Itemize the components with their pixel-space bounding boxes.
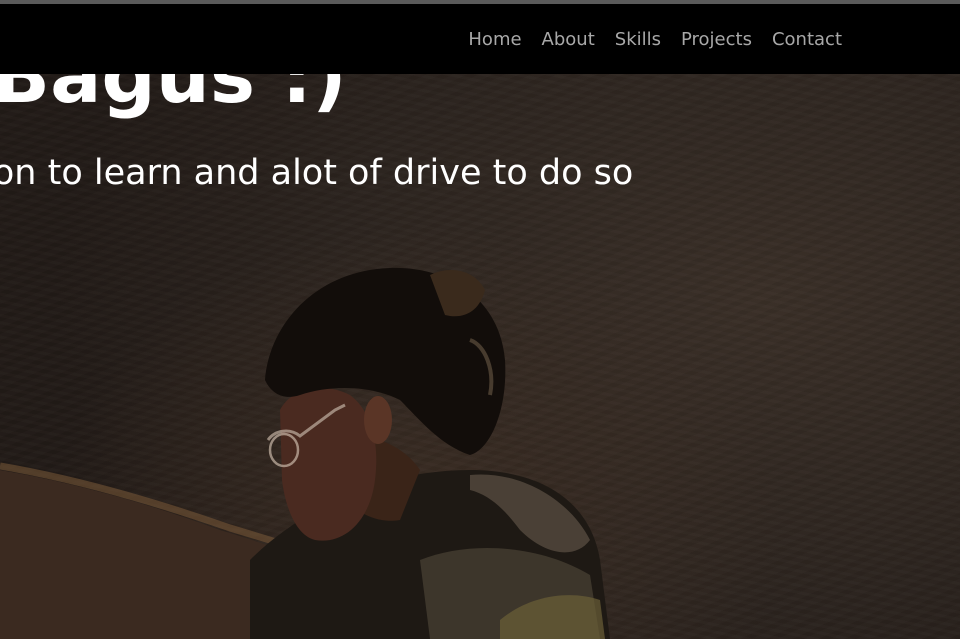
nav-link-home[interactable]: Home [468, 29, 521, 50]
nav-links: Home About Skills Projects Contact [468, 4, 842, 74]
nav-link-projects[interactable]: Projects [681, 29, 752, 50]
nav-link-about[interactable]: About [542, 29, 595, 50]
hero-subline: I have a passion to learn and alot of dr… [0, 153, 634, 193]
nav-link-skills[interactable]: Skills [615, 29, 661, 50]
window-top-border [0, 0, 960, 4]
nav-link-contact[interactable]: Contact [772, 29, 842, 50]
top-navbar: Home About Skills Projects Contact [0, 4, 960, 74]
page: Hi, I'm Bagus :) I have a passion to lea… [0, 0, 960, 639]
